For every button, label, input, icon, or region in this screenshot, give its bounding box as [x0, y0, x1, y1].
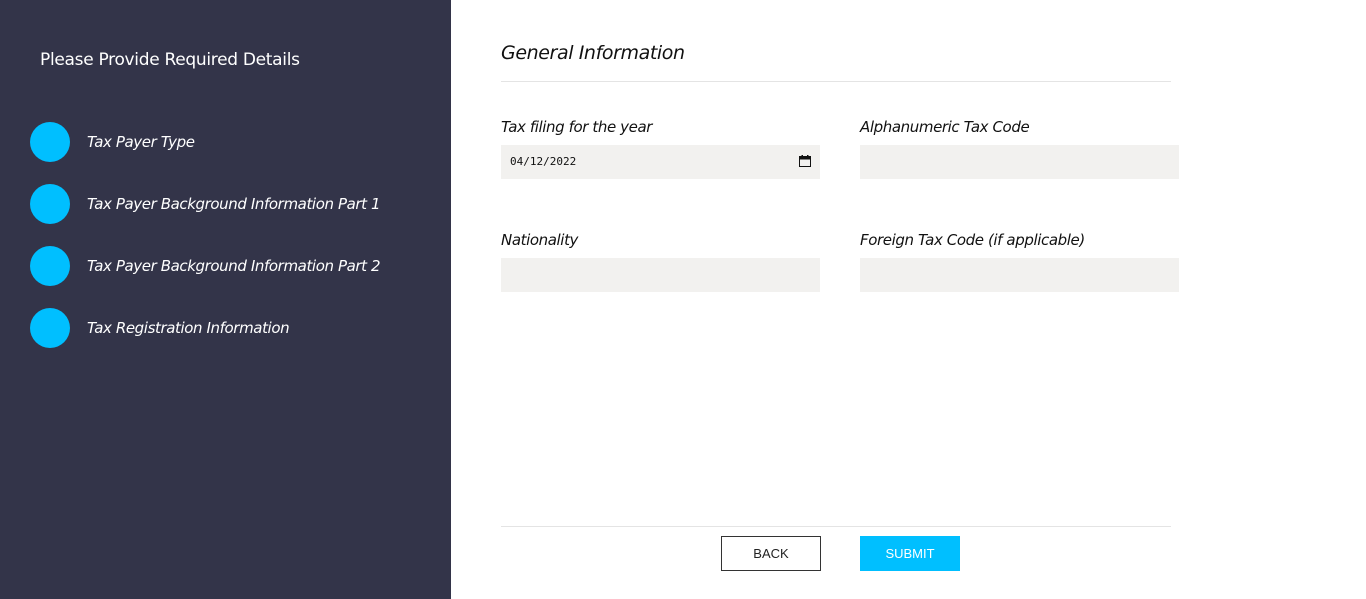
step-tax-payer-type[interactable]: Tax Payer Type: [30, 122, 195, 162]
tax-year-label: Tax filing for the year: [501, 118, 653, 136]
step-background-part-1[interactable]: Tax Payer Background Information Part 1: [30, 184, 381, 224]
sidebar: Please Provide Required Details Tax Paye…: [0, 0, 451, 599]
step-tax-registration[interactable]: Tax Registration Information: [30, 308, 290, 348]
divider: [501, 526, 1171, 527]
step-indicator-icon: [30, 308, 70, 348]
calendar-icon[interactable]: [799, 155, 811, 167]
foreign-tax-code-input[interactable]: [860, 258, 1179, 292]
back-button[interactable]: BACK: [721, 536, 821, 571]
step-label: Tax Payer Background Information Part 1: [87, 195, 381, 213]
nationality-input[interactable]: [501, 258, 820, 292]
divider: [501, 81, 1171, 82]
step-label: Tax Registration Information: [87, 319, 290, 337]
step-indicator-icon: [30, 246, 70, 286]
main-form: General Information Tax filing for the y…: [451, 0, 1366, 599]
alphanumeric-tax-code-input[interactable]: [860, 145, 1179, 179]
foreign-tax-code-label: Foreign Tax Code (if applicable): [860, 231, 1085, 249]
submit-button[interactable]: SUBMIT: [860, 536, 960, 571]
step-indicator-icon: [30, 184, 70, 224]
tax-year-value: 04/12/2022: [510, 155, 577, 168]
section-title: General Information: [501, 42, 685, 64]
sidebar-title: Please Provide Required Details: [40, 50, 300, 70]
step-indicator-icon: [30, 122, 70, 162]
step-label: Tax Payer Type: [87, 133, 195, 151]
nationality-label: Nationality: [501, 231, 579, 249]
tax-year-date-input[interactable]: 04/12/2022: [501, 145, 820, 179]
step-background-part-2[interactable]: Tax Payer Background Information Part 2: [30, 246, 381, 286]
step-label: Tax Payer Background Information Part 2: [87, 257, 381, 275]
alphanumeric-tax-code-label: Alphanumeric Tax Code: [860, 118, 1030, 136]
